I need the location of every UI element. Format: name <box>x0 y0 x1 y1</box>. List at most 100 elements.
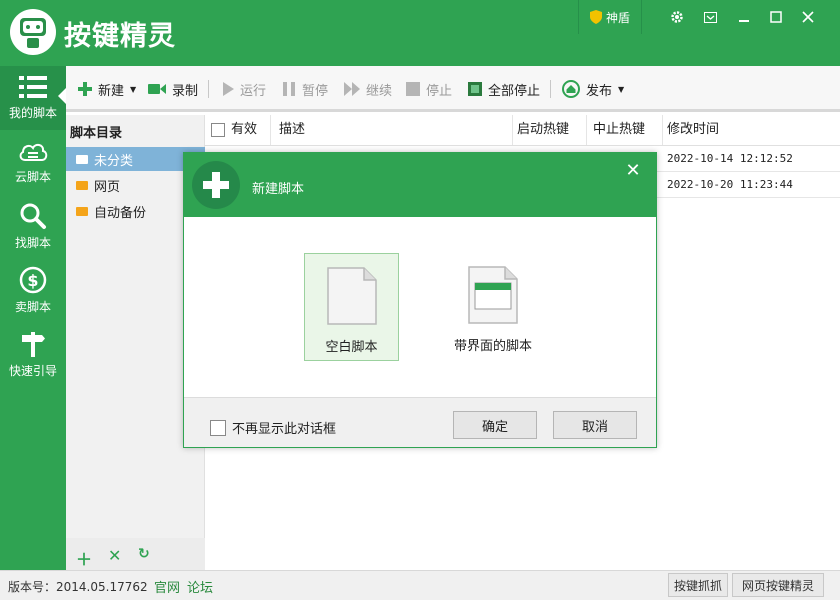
dialog-footer: 不再显示此对话框 确定 取消 <box>184 397 656 447</box>
publish-label: 发布 <box>586 83 613 99</box>
dont-show-checkbox[interactable]: 不再显示此对话框 <box>210 418 336 437</box>
list-icon <box>19 76 47 98</box>
column-label: 描述 <box>279 122 306 137</box>
folder-icon <box>76 206 88 216</box>
new-button[interactable]: 新建 ▼ <box>78 80 137 99</box>
modified-time: 2022-10-14 12:12:52 <box>667 152 793 165</box>
ui-script-label: 带界面的脚本 <box>453 339 532 354</box>
checkbox-box[interactable] <box>210 419 226 436</box>
web-keypress-button[interactable]: 网页按键精灵 <box>732 573 824 597</box>
resume-label: 继续 <box>366 83 393 99</box>
forum-link[interactable]: 论坛 <box>187 577 213 596</box>
blank-script-label: 空白脚本 <box>325 340 378 355</box>
blank-document-icon <box>326 267 377 325</box>
column-label: 修改时间 <box>667 122 720 137</box>
column-enabled[interactable]: 有效 <box>205 115 271 145</box>
title-bar: 按键精灵 神盾 <box>0 0 840 66</box>
ui-document-icon <box>468 266 518 324</box>
pause-icon <box>283 82 295 96</box>
directory-item-label: 自动备份 <box>94 205 147 221</box>
status-bar: 版本号：2014.05.17762 官网 论坛 按键抓抓 网页按键精灵 <box>0 570 840 600</box>
pause-button[interactable]: 暂停 <box>282 80 329 99</box>
nav-find-scripts[interactable]: 找脚本 <box>0 194 66 258</box>
settings-gear-icon[interactable] <box>666 6 688 28</box>
ok-button[interactable]: 确定 <box>453 411 537 439</box>
caret-down-icon: ▼ <box>618 84 625 94</box>
column-label: 有效 <box>231 122 258 137</box>
stop-label: 停止 <box>426 83 453 99</box>
nav-my-scripts[interactable]: 我的脚本 <box>0 66 66 130</box>
directory-title: 脚本目录 <box>70 126 123 141</box>
add-folder-icon[interactable]: ＋ <box>76 546 92 570</box>
column-start-hotkey[interactable]: 启动热键 <box>511 115 587 145</box>
version-text: 版本号：2014.05.17762 <box>8 580 148 594</box>
script-table-header: 有效 描述 启动热键 中止热键 修改时间 <box>205 115 840 146</box>
stop-all-label: 全部停止 <box>488 83 541 99</box>
record-label: 录制 <box>172 83 199 99</box>
record-button[interactable]: 录制 <box>148 80 199 99</box>
run-button[interactable]: 运行 <box>222 80 267 99</box>
dialog-header: 新建脚本 ✕ <box>184 153 656 217</box>
resume-button[interactable]: 继续 <box>344 80 393 99</box>
plus-icon <box>78 82 92 96</box>
dont-show-label: 不再显示此对话框 <box>232 422 337 437</box>
toolbar: 新建 ▼ 录制 运行 暂停 继续 停止 全部停止 发布 ▼ <box>66 66 840 112</box>
directory-footer: ＋ ✕ ↻ <box>66 538 205 570</box>
official-site-link[interactable]: 官网 <box>154 577 180 596</box>
minimize-icon[interactable] <box>733 6 755 28</box>
select-all-checkbox[interactable] <box>211 122 225 137</box>
column-label: 中止热键 <box>593 122 646 137</box>
left-nav: 我的脚本 云脚本 找脚本 $ 卖脚本 快速引导 <box>0 66 66 570</box>
close-icon[interactable] <box>797 6 819 28</box>
home-circle-icon <box>562 80 580 98</box>
dialog-close-icon[interactable]: ✕ <box>624 162 642 180</box>
new-script-dialog: 新建脚本 ✕ 空白脚本 带界面的脚本 不再显示此对话框 确定 取消 <box>183 152 657 448</box>
pause-label: 暂停 <box>302 83 329 99</box>
nav-label: 找脚本 <box>14 236 51 250</box>
menu-box-icon[interactable] <box>699 6 721 28</box>
modified-time: 2022-10-20 11:23:44 <box>667 178 793 191</box>
cancel-button[interactable]: 取消 <box>553 411 637 439</box>
toolbar-separator <box>208 80 209 98</box>
nav-active-indicator <box>58 88 66 104</box>
ui-script-option[interactable]: 带界面的脚本 <box>443 253 543 361</box>
dialog-title: 新建脚本 <box>252 182 305 197</box>
app-title: 按键精灵 <box>64 21 176 52</box>
nav-cloud-scripts[interactable]: 云脚本 <box>0 130 66 194</box>
column-stop-hotkey[interactable]: 中止热键 <box>587 115 663 145</box>
folder-icon <box>76 154 88 164</box>
column-description[interactable]: 描述 <box>273 115 513 145</box>
run-label: 运行 <box>240 83 267 99</box>
directory-item-label: 未分类 <box>94 153 134 169</box>
capture-button[interactable]: 按键抓抓 <box>668 573 728 597</box>
fast-forward-icon <box>344 82 360 96</box>
blank-script-option[interactable]: 空白脚本 <box>304 253 399 361</box>
publish-button[interactable]: 发布 ▼ <box>562 80 625 99</box>
signpost-icon <box>22 332 45 357</box>
maximize-icon[interactable] <box>765 6 787 28</box>
nav-quick-guide[interactable]: 快速引导 <box>0 322 66 386</box>
robot-logo-icon <box>10 9 56 55</box>
nav-label: 我的脚本 <box>8 106 57 120</box>
refresh-icon[interactable]: ↻ <box>138 546 150 562</box>
play-icon <box>223 82 234 96</box>
column-label: 启动热键 <box>517 122 570 137</box>
nav-sell-scripts[interactable]: $ 卖脚本 <box>0 258 66 322</box>
shield-button[interactable]: 神盾 <box>578 0 642 34</box>
stop-icon <box>406 82 420 96</box>
shield-label: 神盾 <box>605 10 630 25</box>
stop-all-button[interactable]: 全部停止 <box>468 80 541 99</box>
delete-folder-icon[interactable]: ✕ <box>108 546 121 565</box>
stop-all-icon <box>468 82 482 96</box>
nav-label: 云脚本 <box>14 170 51 184</box>
toolbar-separator <box>550 80 551 98</box>
stop-button[interactable]: 停止 <box>406 80 453 99</box>
plus-icon <box>192 161 240 209</box>
shield-icon <box>589 10 602 24</box>
caret-down-icon: ▼ <box>130 84 137 94</box>
search-icon <box>20 203 46 229</box>
svg-text:$: $ <box>27 271 38 290</box>
column-modified-time[interactable]: 修改时间 <box>661 115 840 145</box>
folder-icon <box>76 180 88 190</box>
directory-item-label: 网页 <box>94 179 121 195</box>
